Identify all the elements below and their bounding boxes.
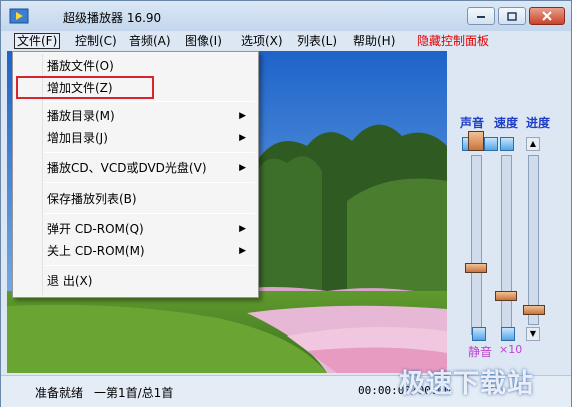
menu-item-label: 增加目录(J) (47, 131, 108, 145)
menu-help[interactable]: 帮助(H) (351, 33, 397, 49)
progress-up-button[interactable]: ▲ (526, 137, 540, 151)
speed-slider-thumb[interactable] (495, 291, 517, 301)
control-panel: 声音 速度 进度 ▲ ▼ 静音 ×10 (449, 51, 571, 373)
triangle-down-icon: ▼ (529, 329, 537, 338)
menu-item-label: 弹开 CD-ROM(Q) (47, 222, 144, 236)
menu-item-save-playlist[interactable]: 保存播放列表(B) (15, 188, 256, 210)
app-icon (9, 8, 29, 24)
maximize-icon (507, 11, 517, 21)
menu-item-label: 播放文件(O) (47, 59, 114, 73)
menu-item-add-directory[interactable]: 增加目录(J) ▶ (15, 127, 256, 149)
player-window: 超级播放器 16.90 文件(F) 控制(C) 音频(A) 图像(I) 选项(X… (0, 0, 572, 407)
menu-item-label: 退 出(X) (47, 274, 93, 288)
speed-label: 速度 (494, 116, 519, 130)
progress-slider-track[interactable] (528, 155, 539, 325)
menu-separator (43, 152, 255, 153)
minimize-icon (477, 16, 485, 18)
mute-button[interactable] (472, 327, 486, 341)
menu-item-exit[interactable]: 退 出(X) (15, 270, 256, 292)
menu-item-label: 播放CD、VCD或DVD光盘(V) (47, 161, 207, 175)
maximize-button[interactable] (498, 7, 526, 25)
submenu-arrow-icon: ▶ (239, 111, 246, 121)
status-track-info: 一第1首/总1首 (94, 386, 174, 400)
menu-list[interactable]: 列表(L) (295, 33, 339, 49)
speed-top-button[interactable] (500, 137, 514, 151)
menu-separator (43, 101, 255, 102)
speed-x10-button[interactable] (501, 327, 515, 341)
submenu-arrow-icon: ▶ (239, 246, 246, 256)
volume-label: 声音 (460, 116, 485, 130)
menu-audio[interactable]: 音频(A) (127, 33, 173, 49)
progress-slider-thumb[interactable] (523, 305, 545, 315)
status-state: 准备就绪 (35, 386, 84, 400)
minimize-button[interactable] (467, 7, 495, 25)
menu-options[interactable]: 选项(X) (239, 33, 285, 49)
menu-separator (43, 182, 255, 183)
progress-label: 进度 (526, 116, 551, 130)
volume-increase-button[interactable] (484, 137, 498, 151)
menu-file[interactable]: 文件(F) (14, 33, 61, 49)
title-bar[interactable]: 超级播放器 16.90 (1, 1, 571, 31)
hide-control-panel-link[interactable]: 隐藏控制面板 (415, 33, 491, 49)
menu-item-label: 关上 CD-ROM(M) (47, 244, 145, 258)
window-title: 超级播放器 16.90 (63, 11, 162, 25)
submenu-arrow-icon: ▶ (239, 163, 246, 173)
close-icon (542, 11, 552, 21)
menu-bar: 文件(F) 控制(C) 音频(A) 图像(I) 选项(X) 列表(L) 帮助(H… (1, 31, 571, 51)
menu-item-close-cdrom[interactable]: 关上 CD-ROM(M) ▶ (15, 240, 256, 262)
progress-down-button[interactable]: ▼ (526, 327, 540, 341)
menu-item-label: 播放目录(M) (47, 109, 115, 123)
volume-slider-thumb[interactable] (465, 263, 487, 273)
submenu-arrow-icon: ▶ (239, 133, 246, 143)
mute-label: 静音 (468, 345, 493, 359)
triangle-up-icon: ▲ (529, 139, 537, 148)
menu-control[interactable]: 控制(C) (73, 33, 119, 49)
menu-item-play-file[interactable]: 播放文件(O) (15, 55, 256, 77)
close-button[interactable] (529, 7, 565, 25)
watermark-logo: 极速下载站 (399, 369, 535, 399)
annotation-highlight-box (16, 76, 154, 99)
menu-separator (43, 265, 255, 266)
submenu-arrow-icon: ▶ (239, 224, 246, 234)
menu-item-eject-cdrom[interactable]: 弹开 CD-ROM(Q) ▶ (15, 218, 256, 240)
speed-slider-track[interactable] (501, 155, 512, 335)
volume-top-thumb[interactable] (468, 131, 484, 151)
speed-multiplier-label: ×10 (499, 343, 523, 356)
menu-separator (43, 213, 255, 214)
menu-item-play-directory[interactable]: 播放目录(M) ▶ (15, 105, 256, 127)
volume-slider-track[interactable] (471, 155, 482, 335)
menu-image[interactable]: 图像(I) (183, 33, 224, 49)
menu-item-label: 保存播放列表(B) (47, 192, 137, 206)
menu-item-play-disc[interactable]: 播放CD、VCD或DVD光盘(V) ▶ (15, 157, 256, 179)
